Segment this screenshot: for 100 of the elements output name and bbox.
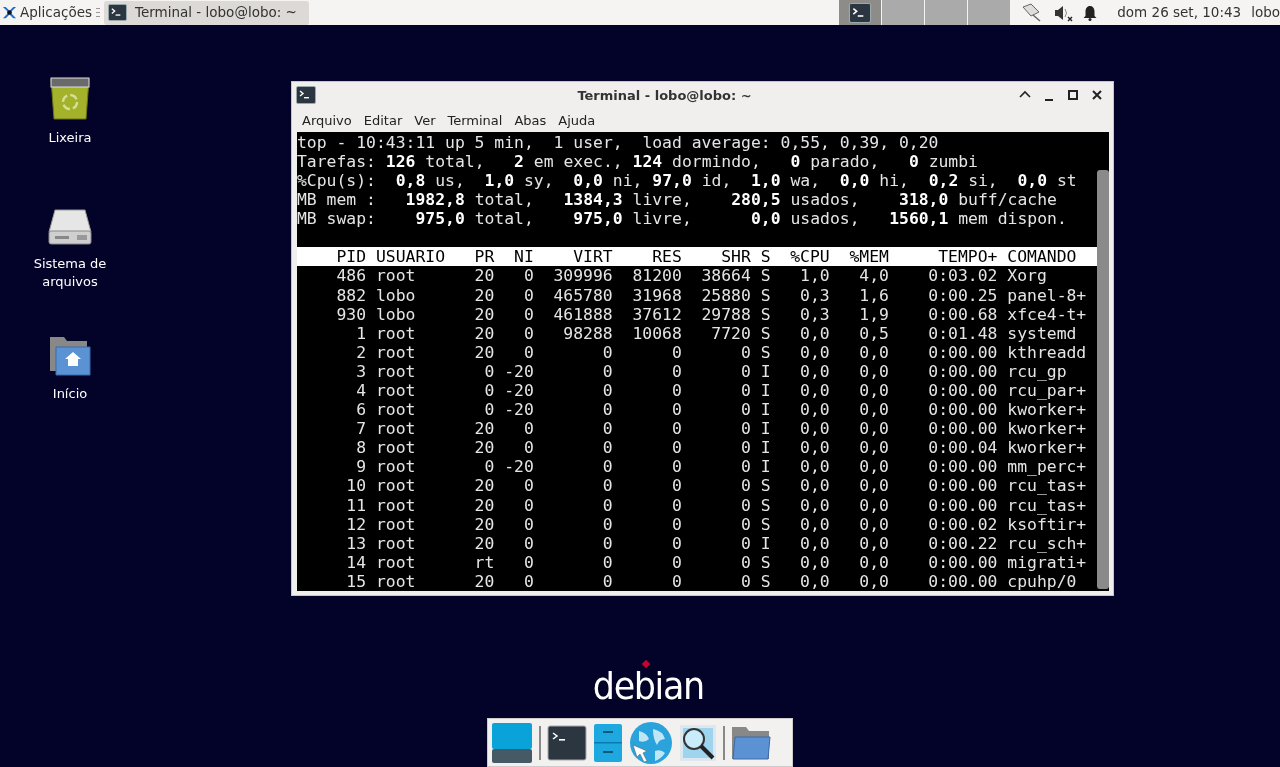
column-header: VIRT [572, 247, 613, 267]
file-cabinet-icon[interactable] [593, 722, 623, 763]
table-cell-text: 0,0 [858, 533, 889, 553]
table-cell-text: 0 [601, 514, 613, 534]
table-cell-text: 20 [473, 476, 495, 496]
column-header: USUARIO [375, 247, 446, 267]
folder-icon[interactable] [731, 724, 771, 761]
applications-menu[interactable]: Aplicações [0, 2, 97, 23]
table-cell-text: root [375, 419, 417, 439]
trash-icon [47, 75, 93, 121]
table-cell-text: 0 [522, 438, 534, 458]
table-cell-text: 2 [355, 342, 367, 362]
table-cell-text: 0,0 [799, 476, 830, 496]
table-cell-text: root [375, 571, 417, 591]
table-cell-text: 0,0 [799, 380, 830, 401]
table-cell-text: 0 [522, 495, 534, 515]
table-cell: I [760, 438, 771, 458]
table-cell-text: 0 [739, 514, 751, 534]
table-cell-text: rt [473, 552, 495, 572]
desktop-icon[interactable]: Início [0, 335, 140, 403]
table-cell-text: 0 [670, 495, 682, 515]
table-cell-text: rcu_gp [1007, 361, 1068, 381]
table-cell-text: 0,0 [858, 342, 889, 362]
table-cell-text: root [375, 552, 417, 572]
table-cell-text: 0:00.00 [927, 571, 998, 591]
menu-item[interactable]: Editar [357, 110, 409, 131]
volume-muted-icon[interactable] [1053, 3, 1074, 22]
table-cell-text: root [375, 438, 417, 458]
terminal-line: MB swap: 975,0 total, 975,0 livre, 0,0 usados, 1560,1 mem dispon. [297, 209, 1068, 229]
table-cell: S [760, 304, 771, 324]
table-cell: I [760, 400, 771, 420]
table-cell: rcu_tas+ [1007, 495, 1087, 515]
globe-icon[interactable] [629, 720, 673, 765]
table-cell: I [760, 380, 771, 401]
menu-item[interactable]: Terminal [441, 110, 509, 131]
handle-icon[interactable] [96, 6, 101, 19]
table-cell-text: root [375, 266, 417, 286]
table-cell-text: root [375, 495, 417, 515]
table-cell: ksoftir+ [1007, 514, 1087, 534]
table-cell-text: 8 [355, 438, 367, 458]
table-cell: I [760, 457, 771, 477]
table-cell-text: 461888 [552, 304, 613, 324]
table-cell-text: root [375, 342, 417, 362]
menu-item[interactable]: Abas [508, 110, 553, 131]
table-cell-text: 20 [473, 438, 495, 458]
desktop-icon[interactable]: Sistema de arquivos [0, 207, 140, 291]
app-finder-icon[interactable] [679, 723, 717, 762]
table-cell-text: 0,0 [799, 438, 830, 458]
table-cell-text: 0 [670, 552, 682, 572]
table-cell-text: 0,0 [799, 571, 830, 591]
table-cell-text: 930 [335, 304, 367, 324]
terminal-line: %Cpu(s): 0,8 us, 1,0 sy, 0,0 ni, 97,0 id, 1,0 wa, 0,0 hi, 0,2 si, 0,0 st [297, 171, 1078, 191]
table-cell-text: 0 [670, 361, 682, 381]
table-cell-text: 38664 [700, 266, 751, 286]
taskbar-button[interactable]: Terminal - lobo@lobo: ~ [104, 0, 309, 25]
table-cell-text: 0 [483, 400, 495, 420]
table-cell-text: root [375, 380, 417, 401]
table-cell-text: 0:00.00 [927, 419, 998, 439]
table-cell-text: 0,0 [858, 380, 889, 401]
table-cell-text: 0,0 [799, 533, 830, 553]
table-cell: kworker+ [1007, 400, 1087, 420]
table-cell-text: 0 [522, 323, 534, 343]
desktop-icon[interactable]: Lixeira [0, 75, 140, 147]
terminal-icon[interactable] [547, 724, 587, 761]
table-cell-text: 0 [739, 400, 751, 420]
table-cell: kthreadd [1007, 342, 1087, 362]
column-header: TEMPO+ [937, 247, 998, 267]
table-cell-text: 0,0 [858, 571, 889, 591]
bell-icon[interactable] [1083, 4, 1098, 21]
table-cell-text: 0,0 [858, 495, 889, 515]
table-cell-text: 0 [522, 342, 534, 362]
table-cell-text: 0,0 [858, 419, 889, 439]
table-cell-text: 0 [670, 380, 682, 401]
table-cell-text: 0:00.68 [927, 304, 998, 324]
table-cell: S [760, 285, 771, 305]
table-cell-text: 0 [670, 457, 682, 477]
table-cell-text: 0 [670, 571, 682, 591]
table-cell-text: 0 [601, 552, 613, 572]
table-cell-text: 25880 [700, 285, 751, 305]
workspace-button[interactable] [839, 0, 882, 25]
table-cell-text: 0 [739, 361, 751, 381]
menu-item[interactable]: Arquivo [296, 110, 358, 131]
table-cell-text: 20 [473, 342, 495, 362]
table-cell-text: 0 [522, 533, 534, 553]
menu-item[interactable]: Ajuda [552, 110, 602, 131]
menu-item[interactable]: Ver [408, 110, 442, 131]
table-cell-text: 0:00.00 [927, 457, 998, 477]
table-cell-text: 37612 [631, 304, 682, 324]
show-desktop-icon[interactable] [491, 721, 533, 764]
table-cell-text: 0 [601, 361, 613, 381]
table-cell-text: 0 [601, 419, 613, 439]
table-cell: mm_perc+ [1007, 457, 1087, 477]
table-cell-text: 0 [601, 438, 613, 458]
table-cell-text: 1,9 [858, 304, 889, 324]
table-cell-text: 0,0 [799, 552, 830, 572]
table-cell-text: 20 [473, 323, 495, 343]
user-name[interactable]: lobo [1251, 2, 1280, 23]
table-cell-text: 0 [522, 476, 534, 496]
clock[interactable]: dom 26 set, 10:43 [1117, 2, 1242, 23]
terminal-icon [296, 86, 316, 105]
